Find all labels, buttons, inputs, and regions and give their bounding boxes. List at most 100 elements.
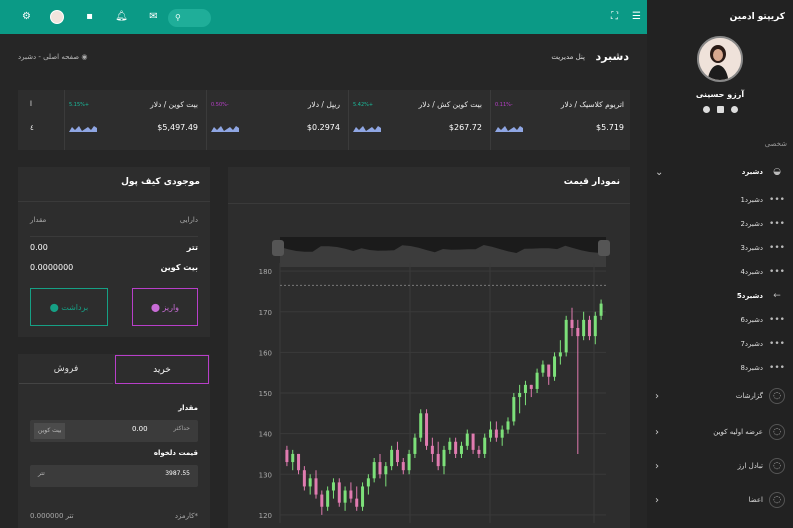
- navigator-left-handle[interactable]: [272, 240, 284, 256]
- candle[interactable]: [372, 462, 376, 479]
- candle[interactable]: [355, 498, 359, 507]
- sidebar-item[interactable]: ◌ گزارشات ‹: [655, 387, 785, 405]
- candle[interactable]: [297, 453, 301, 471]
- candle[interactable]: [314, 478, 318, 495]
- candle[interactable]: [587, 319, 591, 337]
- candle[interactable]: [483, 437, 487, 454]
- mail-icon[interactable]: ✉: [147, 10, 160, 23]
- ticker-item[interactable]: بیت کوین کش / دلار +5.42% $267.72: [348, 90, 488, 150]
- candle[interactable]: [430, 445, 434, 454]
- candle[interactable]: [337, 482, 341, 503]
- candle[interactable]: [343, 490, 347, 503]
- search-input[interactable]: ⚲: [168, 9, 211, 27]
- candle[interactable]: [593, 315, 597, 337]
- candle[interactable]: [523, 384, 527, 393]
- bell-icon[interactable]: 🔔︎: [115, 10, 128, 23]
- candle[interactable]: [425, 413, 429, 446]
- candle[interactable]: [582, 319, 586, 337]
- sidebar-item[interactable]: ◌ تبادل ارز ‹: [655, 457, 785, 475]
- candle[interactable]: [529, 384, 533, 389]
- sidebar-item[interactable]: ← دشبرد5: [655, 287, 785, 305]
- candle[interactable]: [465, 433, 469, 446]
- candle[interactable]: [285, 449, 289, 463]
- candle[interactable]: [442, 449, 446, 467]
- candle[interactable]: [419, 413, 423, 438]
- sidebar-item-label: دشبرد: [741, 168, 763, 176]
- price-unit: تتر: [38, 470, 45, 477]
- candle[interactable]: [320, 494, 324, 507]
- candle[interactable]: [500, 429, 504, 438]
- navigator-right-handle[interactable]: [598, 240, 610, 256]
- sidebar-item[interactable]: ••• دشبرد1: [655, 191, 785, 209]
- dots-icon: •••: [769, 315, 785, 325]
- candle[interactable]: [541, 364, 545, 373]
- ticker-item[interactable]: بیت کوین / دلار +5.15% $5,497.49: [64, 90, 204, 150]
- candle[interactable]: [413, 437, 417, 454]
- candle[interactable]: [390, 449, 394, 467]
- sidebar-item-label: عرضه اولیه کوین: [713, 428, 763, 436]
- candle[interactable]: [308, 478, 312, 487]
- ticker-item[interactable]: اتریوم کلاسیک / دلار -0.11% $5.719: [490, 90, 630, 150]
- tab-sell[interactable]: فروش: [19, 355, 113, 384]
- trade-card: خرید فروش مقدار بیت کوین 0.00 حداکثر قیم…: [18, 354, 210, 528]
- settings-icon[interactable]: [730, 106, 738, 113]
- fullscreen-icon[interactable]: ⛶: [608, 10, 621, 23]
- sidebar-item[interactable]: ••• دشبرد3: [655, 239, 785, 257]
- chat-icon[interactable]: ▪: [83, 10, 96, 23]
- deposit-button[interactable]: ⬤ واریز: [132, 288, 198, 326]
- sidebar-item[interactable]: ◒ دشبرد ⌄: [655, 163, 785, 181]
- candle[interactable]: [459, 445, 463, 454]
- candle[interactable]: [576, 328, 580, 337]
- candle[interactable]: [512, 397, 516, 422]
- candle[interactable]: [599, 303, 603, 316]
- sidebar-item[interactable]: ••• دشبرد4: [655, 263, 785, 281]
- mail-icon[interactable]: [716, 106, 724, 113]
- tab-buy[interactable]: خرید: [115, 355, 209, 384]
- candle[interactable]: [378, 462, 382, 475]
- sidebar-item[interactable]: ◌ عرضه اولیه کوین ‹: [655, 423, 785, 441]
- candle[interactable]: [477, 449, 481, 454]
- candle[interactable]: [558, 352, 562, 357]
- candle[interactable]: [384, 466, 388, 475]
- candle[interactable]: [518, 393, 522, 398]
- price-field[interactable]: تتر 3987.55: [30, 465, 198, 487]
- sidebar-item[interactable]: ••• دشبرد2: [655, 215, 785, 233]
- avatar[interactable]: [50, 10, 64, 24]
- power-icon[interactable]: [702, 106, 710, 113]
- candle[interactable]: [494, 429, 498, 438]
- candle[interactable]: [570, 319, 574, 328]
- breadcrumb-home[interactable]: صفحه اصلی: [43, 53, 79, 61]
- candle[interactable]: [326, 490, 330, 507]
- withdraw-button[interactable]: ⬤ برداشت: [30, 288, 108, 326]
- candle[interactable]: [448, 441, 452, 450]
- sidebar-item-label: دشبرد1: [740, 196, 763, 204]
- candle[interactable]: [407, 453, 411, 471]
- candle[interactable]: [535, 372, 539, 389]
- candle[interactable]: [331, 482, 335, 491]
- sidebar-item[interactable]: ••• دشبرد6: [655, 311, 785, 329]
- amount-field[interactable]: بیت کوین 0.00 حداکثر: [30, 420, 198, 442]
- candle[interactable]: [395, 449, 399, 463]
- candle[interactable]: [553, 356, 557, 377]
- candlestick-chart[interactable]: 120 130 140 150 160 170 180: [228, 203, 630, 528]
- sidebar-item[interactable]: ••• دشبرد8: [655, 359, 785, 377]
- candle[interactable]: [547, 364, 551, 377]
- candle[interactable]: [506, 421, 510, 430]
- candle[interactable]: [489, 429, 493, 438]
- candle[interactable]: [471, 433, 475, 450]
- gear-icon[interactable]: ⚙: [20, 10, 33, 23]
- menu-icon[interactable]: ☰: [630, 10, 643, 23]
- candle[interactable]: [454, 441, 458, 454]
- candle[interactable]: [366, 478, 370, 487]
- sidebar-item[interactable]: ◌ اعضا ‹: [655, 491, 785, 509]
- ticker-item[interactable]: ریپل / دلار -0.50% $0.2974: [206, 90, 346, 150]
- candle[interactable]: [302, 470, 306, 487]
- candle[interactable]: [401, 462, 405, 471]
- candle[interactable]: [349, 490, 353, 499]
- sidebar-item[interactable]: ••• دشبرد7: [655, 335, 785, 353]
- candle[interactable]: [564, 319, 568, 353]
- profile-avatar[interactable]: [697, 36, 743, 82]
- candle[interactable]: [361, 486, 365, 507]
- candle[interactable]: [436, 453, 440, 467]
- candle[interactable]: [291, 453, 295, 463]
